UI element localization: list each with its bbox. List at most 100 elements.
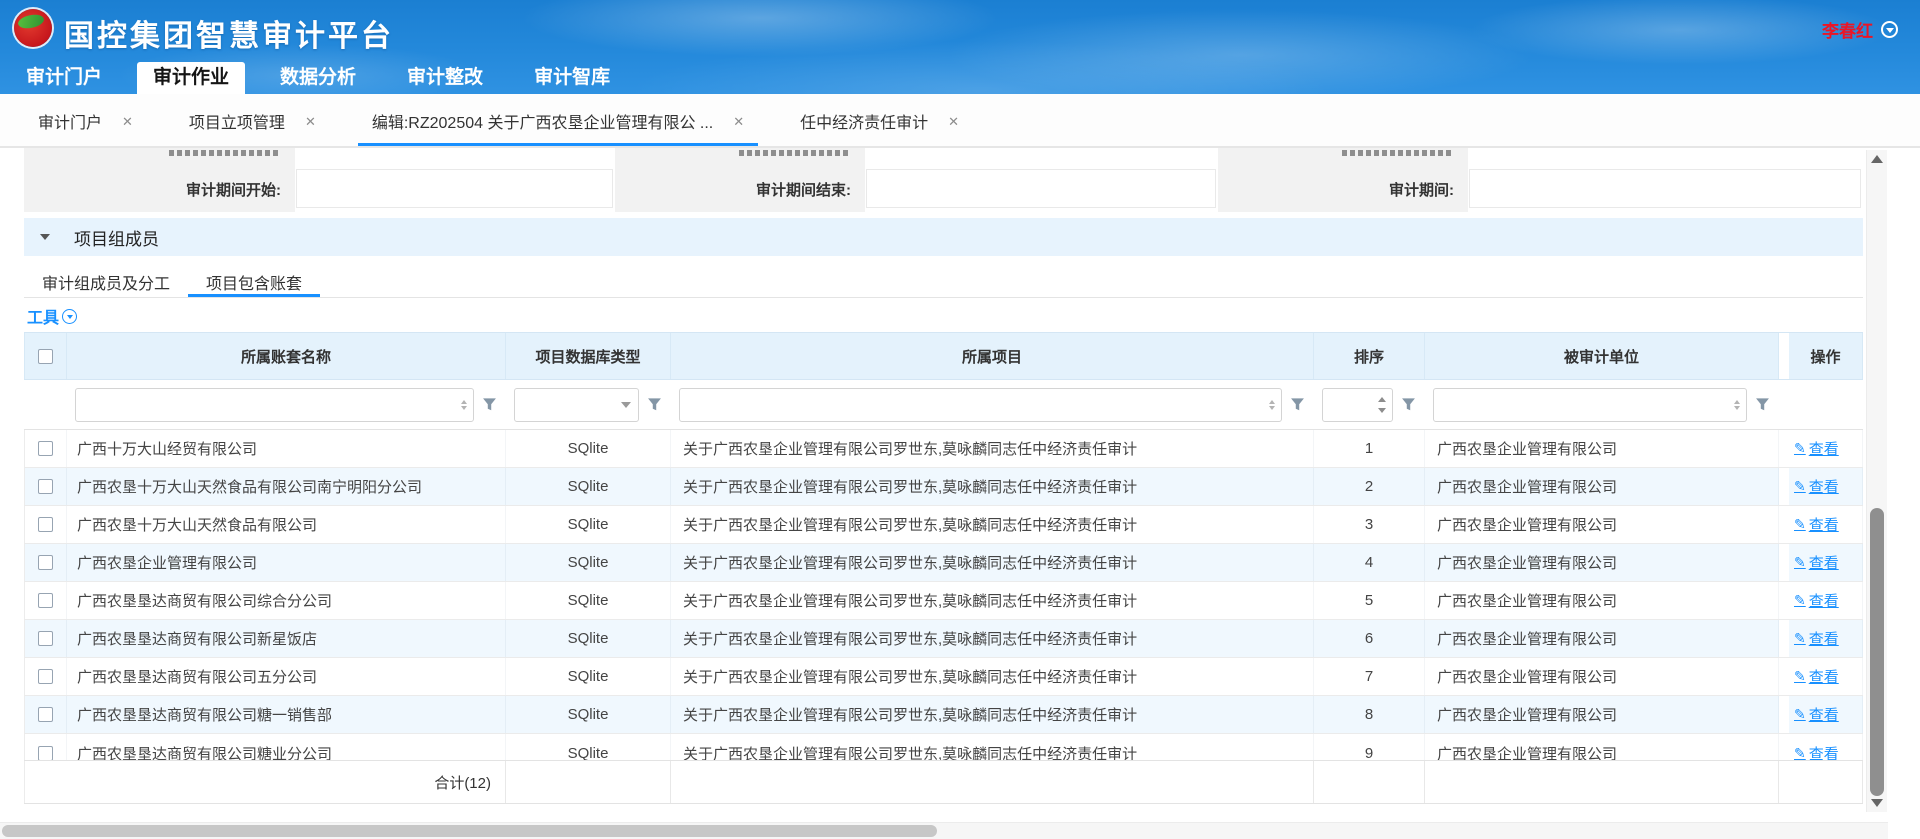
project-members-section-header[interactable]: 项目组成员 [24,218,1863,256]
nav-item-audit-rectify[interactable]: 审计整改 [391,62,499,94]
doc-tab-audit-portal[interactable]: 审计门户 ✕ [24,109,147,146]
filter-funnel-icon[interactable] [1290,397,1305,412]
audit-period-input[interactable] [1469,169,1861,208]
table-row[interactable]: 广西农垦十万大山天然食品有限公司南宁明阳分公司 SQlite 关于广西农垦企业管… [24,468,1863,506]
select-arrow-icon[interactable] [621,402,631,408]
view-link[interactable]: ✎查看 [1794,704,1839,725]
audit-period-start-input[interactable] [296,169,613,208]
view-link[interactable]: ✎查看 [1794,743,1839,761]
view-link[interactable]: ✎查看 [1794,476,1839,497]
doc-tab-project-initiation[interactable]: 项目立项管理 ✕ [175,109,330,146]
nav-item-data-analysis[interactable]: 数据分析 [264,62,372,94]
nav-item-audit-knowledge[interactable]: 审计智库 [518,62,626,94]
table-row[interactable]: 广西农垦垦达商贸有限公司糖一销售部 SQlite 关于广西农垦企业管理有限公司罗… [24,696,1863,734]
tools-dropdown[interactable]: 工具 [27,304,77,328]
user-menu[interactable]: 李春红 [1822,17,1898,42]
table-row[interactable]: 广西农垦十万大山天然食品有限公司 SQlite 关于广西农垦企业管理有限公司罗世… [24,506,1863,544]
page: 国控集团智慧审计平台 李春红 审计门户 审计作业 数据分析 审计整改 审计智库 … [0,0,1920,839]
member-sub-tabs: 审计组成员及分工 项目包含账套 [24,260,1863,298]
vertical-scroll-thumb[interactable] [1870,508,1884,796]
horizontal-scroll-thumb[interactable] [2,825,937,837]
table-row[interactable]: 广西农垦企业管理有限公司 SQlite 关于广西农垦企业管理有限公司罗世东,莫咏… [24,544,1863,582]
view-link[interactable]: ✎查看 [1794,666,1839,687]
horizontal-scrollbar[interactable] [0,822,1888,839]
row-checkbox[interactable] [38,746,53,761]
row-checkbox[interactable] [38,707,53,722]
col-header-project[interactable]: 所属项目 [671,333,1314,379]
col-header-actions: 操作 [1789,333,1863,379]
col-header-order[interactable]: 排序 [1314,333,1425,379]
collapse-chevron-icon[interactable] [40,234,50,240]
clipped-form-input[interactable] [295,148,615,166]
total-count: 合计(12) [24,761,506,803]
close-icon[interactable]: ✕ [122,115,133,128]
view-link[interactable]: ✎查看 [1794,438,1839,459]
tools-chevron-down-icon[interactable] [62,309,77,324]
nav-item-audit-portal[interactable]: 审计门户 [10,62,118,94]
doc-tab-label[interactable]: 编辑:RZ202504 关于广西农垦企业管理有限公 ... [372,109,713,133]
filter-cell-project [671,380,1314,429]
row-checkbox[interactable] [38,555,53,570]
project-filter-input[interactable] [680,389,1281,421]
filter-funnel-icon[interactable] [647,397,662,412]
table-footer-row: 合计(12) [24,760,1863,804]
table-row[interactable]: 广西农垦垦达商贸有限公司糖业分公司 SQlite 关于广西农垦企业管理有限公司罗… [24,734,1863,760]
row-checkbox[interactable] [38,631,53,646]
tab-audit-team-division[interactable]: 审计组成员及分工 [24,260,188,297]
audit-period-end-label: 审计期间结束: [615,166,865,212]
vertical-scrollbar[interactable] [1866,150,1887,812]
clipped-form-input[interactable] [865,148,1218,166]
doc-tab-label[interactable]: 项目立项管理 [189,109,285,133]
col-header-auditee[interactable]: 被审计单位 [1425,333,1779,379]
filter-funnel-icon[interactable] [1755,397,1770,412]
expand-icon[interactable] [1734,400,1740,410]
user-chevron-down-icon[interactable] [1881,21,1898,38]
db-type-filter [514,388,639,422]
expand-icon[interactable] [1269,400,1275,410]
row-checkbox[interactable] [38,517,53,532]
filter-funnel-icon[interactable] [1401,397,1416,412]
select-all-checkbox[interactable] [38,349,53,364]
account-name-filter-input[interactable] [76,389,473,421]
clipped-form-input[interactable] [1468,148,1863,166]
table-row[interactable]: 广西十万大山经贸有限公司 SQlite 关于广西农垦企业管理有限公司罗世东,莫咏… [24,430,1863,468]
auditee-filter-input[interactable] [1434,389,1746,421]
row-checkbox[interactable] [38,669,53,684]
audit-period-end-input[interactable] [866,169,1216,208]
user-name[interactable]: 李春红 [1822,17,1873,42]
company-logo-icon [14,9,52,47]
audit-period-end-field [865,166,1218,212]
table-row[interactable]: 广西农垦垦达商贸有限公司新星饭店 SQlite 关于广西农垦企业管理有限公司罗世… [24,620,1863,658]
app-title: 国控集团智慧审计平台 [64,11,394,55]
tab-project-account-sets[interactable]: 项目包含账套 [188,260,320,297]
view-link[interactable]: ✎查看 [1794,590,1839,611]
table-row[interactable]: 广西农垦垦达商贸有限公司综合分公司 SQlite 关于广西农垦企业管理有限公司罗… [24,582,1863,620]
clipped-form-label [1218,148,1468,166]
row-checkbox[interactable] [38,441,53,456]
scroll-up-icon[interactable] [1871,155,1883,163]
row-checkbox[interactable] [38,593,53,608]
col-header-db-type[interactable]: 项目数据库类型 [506,333,671,379]
scroll-down-icon[interactable] [1871,799,1883,807]
row-checkbox[interactable] [38,479,53,494]
doc-tab-incumbency-audit[interactable]: 任中经济责任审计 ✕ [786,109,973,146]
spinner-arrows-icon[interactable] [1378,397,1386,413]
view-link[interactable]: ✎查看 [1794,552,1839,573]
view-link[interactable]: ✎查看 [1794,628,1839,649]
close-icon[interactable]: ✕ [948,115,959,128]
col-header-account-name[interactable]: 所属账套名称 [67,333,506,379]
pencil-icon: ✎ [1794,745,1806,761]
close-icon[interactable]: ✕ [733,115,744,128]
expand-icon[interactable] [461,400,467,410]
view-link[interactable]: ✎查看 [1794,514,1839,535]
nav-item-audit-work[interactable]: 审计作业 [137,62,245,94]
db-type-filter-select[interactable] [515,389,638,421]
doc-tab-edit-rz202504[interactable]: 编辑:RZ202504 关于广西农垦企业管理有限公 ... ✕ [358,109,758,146]
doc-tab-label[interactable]: 任中经济责任审计 [800,109,928,133]
doc-tab-label[interactable]: 审计门户 [38,109,102,133]
table-row[interactable]: 广西农垦垦达商贸有限公司五分公司 SQlite 关于广西农垦企业管理有限公司罗世… [24,658,1863,696]
app-header: 国控集团智慧审计平台 李春红 审计门户 审计作业 数据分析 审计整改 审计智库 [0,0,1920,94]
tools-label[interactable]: 工具 [27,304,59,328]
filter-funnel-icon[interactable] [482,397,497,412]
close-icon[interactable]: ✕ [305,115,316,128]
